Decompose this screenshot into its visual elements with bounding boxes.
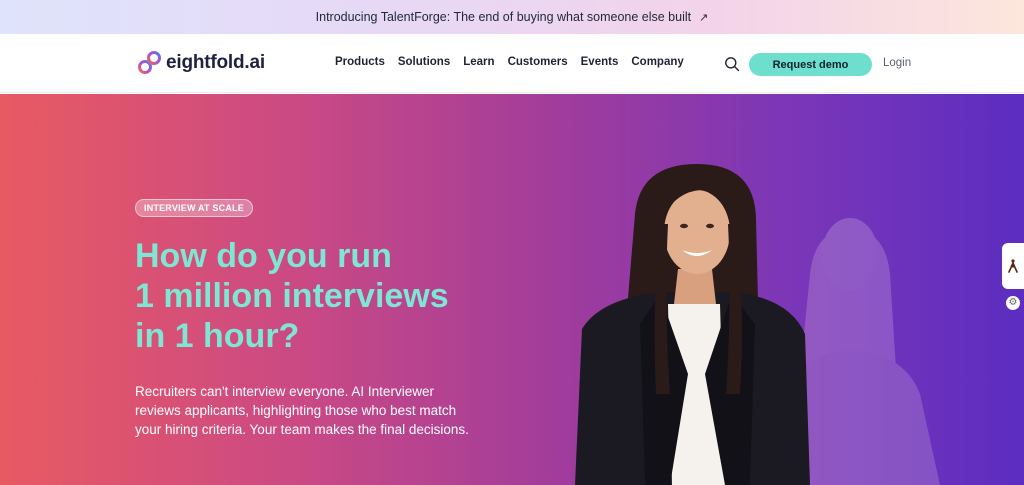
accessibility-widget[interactable] bbox=[1002, 243, 1024, 289]
logo-icon bbox=[138, 51, 161, 74]
accessibility-person-icon bbox=[1008, 259, 1018, 273]
hero-badge: INTERVIEW AT SCALE bbox=[135, 199, 253, 217]
logo-text: eightfold.ai bbox=[166, 52, 265, 73]
announcement-bar[interactable]: Introducing TalentForge: The end of buyi… bbox=[0, 0, 1024, 34]
nav-item-learn[interactable]: Learn bbox=[463, 56, 494, 68]
nav-item-events[interactable]: Events bbox=[581, 56, 619, 68]
nav-item-company[interactable]: Company bbox=[631, 56, 683, 68]
hero-description: Recruiters can't interview everyone. AI … bbox=[135, 384, 469, 437]
main-menu: Products Solutions Learn Customers Event… bbox=[335, 56, 697, 68]
nav-item-solutions[interactable]: Solutions bbox=[398, 56, 450, 68]
login-link[interactable]: Login bbox=[883, 57, 911, 69]
hero-headline: How do you run 1 million interviews in 1… bbox=[135, 236, 575, 356]
hero-person-image bbox=[575, 164, 940, 485]
logo[interactable]: eightfold.ai bbox=[137, 50, 265, 76]
headline-line: 1 million interviews bbox=[135, 277, 449, 315]
nav-item-products[interactable]: Products bbox=[335, 56, 385, 68]
top-navigation: eightfold.ai Products Solutions Learn Cu… bbox=[0, 34, 1024, 93]
arrow-up-right-icon: ↗ bbox=[699, 11, 709, 24]
headline-line: in 1 hour? bbox=[135, 317, 300, 355]
announcement-text[interactable]: Introducing TalentForge: The end of buyi… bbox=[316, 10, 691, 24]
search-icon[interactable] bbox=[724, 56, 740, 72]
nav-item-customers[interactable]: Customers bbox=[508, 56, 568, 68]
hero-section: INTERVIEW AT SCALE How do you run 1 mill… bbox=[0, 94, 1024, 485]
headline-line: How do you run bbox=[135, 237, 392, 275]
request-demo-button[interactable]: Request demo bbox=[749, 53, 872, 76]
gear-icon[interactable]: ⚙ bbox=[1006, 296, 1020, 310]
